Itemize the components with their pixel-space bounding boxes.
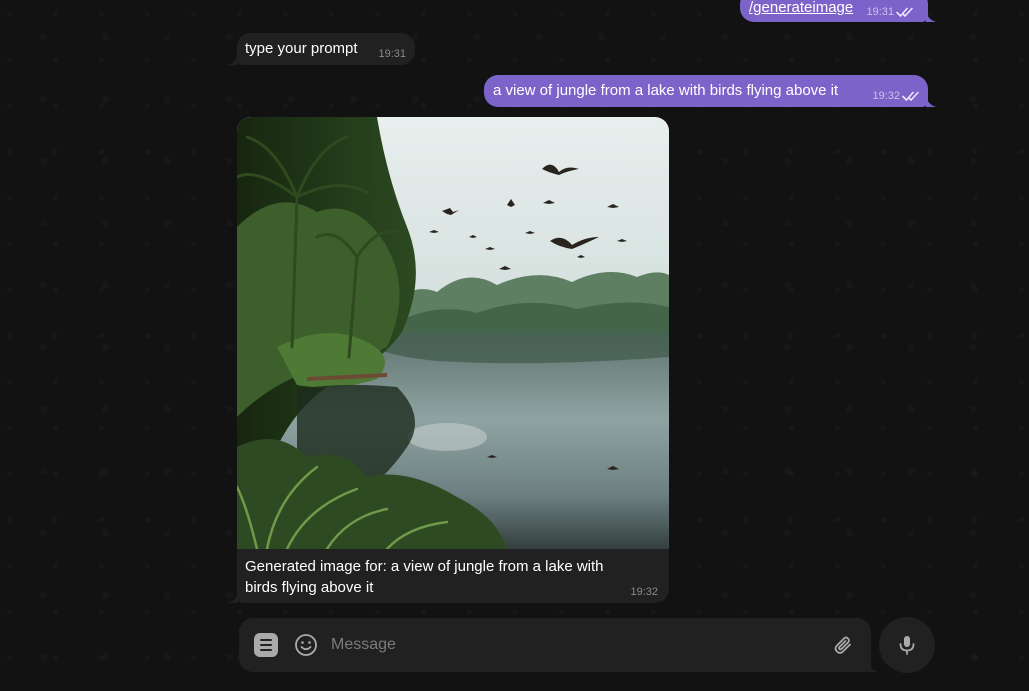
message-input[interactable] <box>331 632 811 658</box>
outgoing-message-command[interactable]: /generateimage 19:31 <box>740 0 928 22</box>
bubble-tail <box>926 8 936 22</box>
bot-menu-button[interactable] <box>254 633 278 657</box>
generated-jungle-photo[interactable] <box>237 117 669 549</box>
outgoing-message-prompt: a view of jungle from a lake with birds … <box>484 75 928 107</box>
bubble-tail <box>228 51 238 65</box>
photo-caption: Generated image for: a view of jungle fr… <box>245 558 604 596</box>
message-meta: 19:32 <box>630 586 658 598</box>
message-meta: 19:31 <box>378 48 406 60</box>
composer-tail <box>868 658 878 672</box>
bot-menu-icon-line <box>260 644 272 646</box>
message-time: 19:31 <box>866 6 894 18</box>
incoming-photo-message: Generated image for: a view of jungle fr… <box>237 117 669 603</box>
message-meta: 19:32 <box>872 90 920 102</box>
double-check-icon <box>902 91 919 101</box>
double-check-icon <box>896 7 913 17</box>
chat-area: /generateimage 19:31 type your prompt 19… <box>0 0 1029 691</box>
voice-record-button[interactable] <box>879 617 935 673</box>
paperclip-icon[interactable] <box>831 633 855 657</box>
microphone-icon <box>899 636 915 655</box>
bot-menu-icon-line <box>260 649 272 651</box>
message-time: 19:31 <box>378 48 406 60</box>
message-text: type your prompt <box>245 40 358 57</box>
message-text: a view of jungle from a lake with birds … <box>493 82 839 99</box>
command-link[interactable]: /generateimage <box>749 0 853 16</box>
incoming-message: type your prompt 19:31 <box>237 33 415 65</box>
bubble-tail <box>228 589 238 603</box>
bot-menu-icon <box>260 639 272 641</box>
emoji-icon[interactable] <box>294 633 318 657</box>
message-time: 19:32 <box>872 90 900 102</box>
message-meta: 19:31 <box>866 6 914 18</box>
message-composer <box>239 618 871 672</box>
message-time: 19:32 <box>630 586 658 598</box>
bubble-tail <box>926 93 936 107</box>
